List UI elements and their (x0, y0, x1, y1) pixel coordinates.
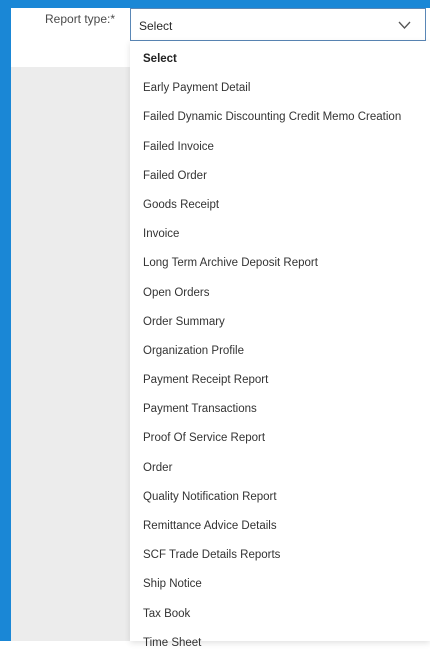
chevron-down-icon (398, 21, 411, 29)
report-type-label: Report type:* (45, 12, 116, 26)
window-frame-left (0, 0, 11, 641)
dropdown-option[interactable]: Select (130, 45, 430, 74)
report-type-dropdown-list: Select Early Payment Detail Failed Dynamic… (130, 41, 430, 649)
dropdown-option[interactable]: Order Summary (130, 308, 430, 337)
dropdown-option[interactable]: Payment Receipt Report (130, 366, 430, 395)
dropdown-option[interactable]: Failed Invoice (130, 133, 430, 162)
window-frame-top (0, 0, 430, 8)
dropdown-option[interactable]: Quality Notification Report (130, 483, 430, 512)
dropdown-option[interactable]: Ship Notice (130, 570, 430, 599)
dropdown-option[interactable]: Remittance Advice Details (130, 512, 430, 541)
dropdown-option[interactable]: Organization Profile (130, 337, 430, 366)
report-type-selected-value: Select (139, 19, 173, 33)
dropdown-option[interactable]: Invoice (130, 220, 430, 249)
dropdown-option[interactable]: Tax Book (130, 600, 430, 629)
dropdown-option[interactable]: Time Sheet (130, 629, 430, 658)
dropdown-option[interactable]: Failed Order (130, 162, 430, 191)
dropdown-option[interactable]: Open Orders (130, 279, 430, 308)
dropdown-option[interactable]: Payment Transactions (130, 395, 430, 424)
dropdown-option[interactable]: Goods Receipt (130, 191, 430, 220)
report-type-select[interactable]: Select (130, 8, 426, 41)
dropdown-option[interactable]: Long Term Archive Deposit Report (130, 249, 430, 278)
dropdown-option[interactable]: Order (130, 454, 430, 483)
dropdown-option[interactable]: Proof Of Service Report (130, 424, 430, 453)
dropdown-option[interactable]: Early Payment Detail (130, 74, 430, 103)
dropdown-option[interactable]: Failed Dynamic Discounting Credit Memo C… (130, 103, 430, 132)
dropdown-option[interactable]: SCF Trade Details Reports (130, 541, 430, 570)
